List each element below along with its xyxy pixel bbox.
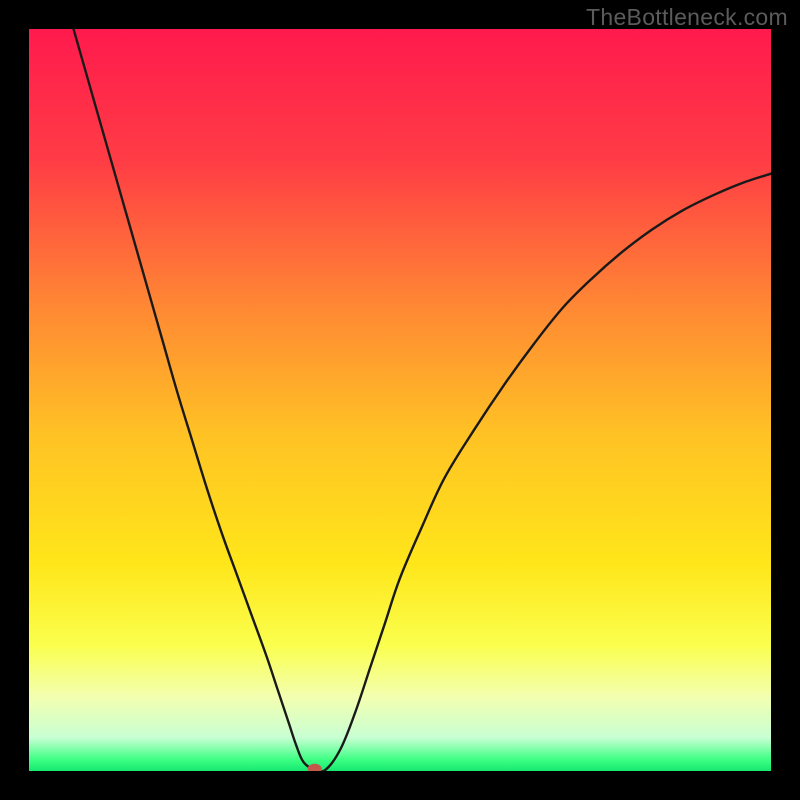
outer-frame: TheBottleneck.com [0,0,800,800]
plot-area [29,29,771,771]
bottleneck-chart [29,29,771,771]
watermark-text: TheBottleneck.com [586,4,788,31]
gradient-background [29,29,771,771]
